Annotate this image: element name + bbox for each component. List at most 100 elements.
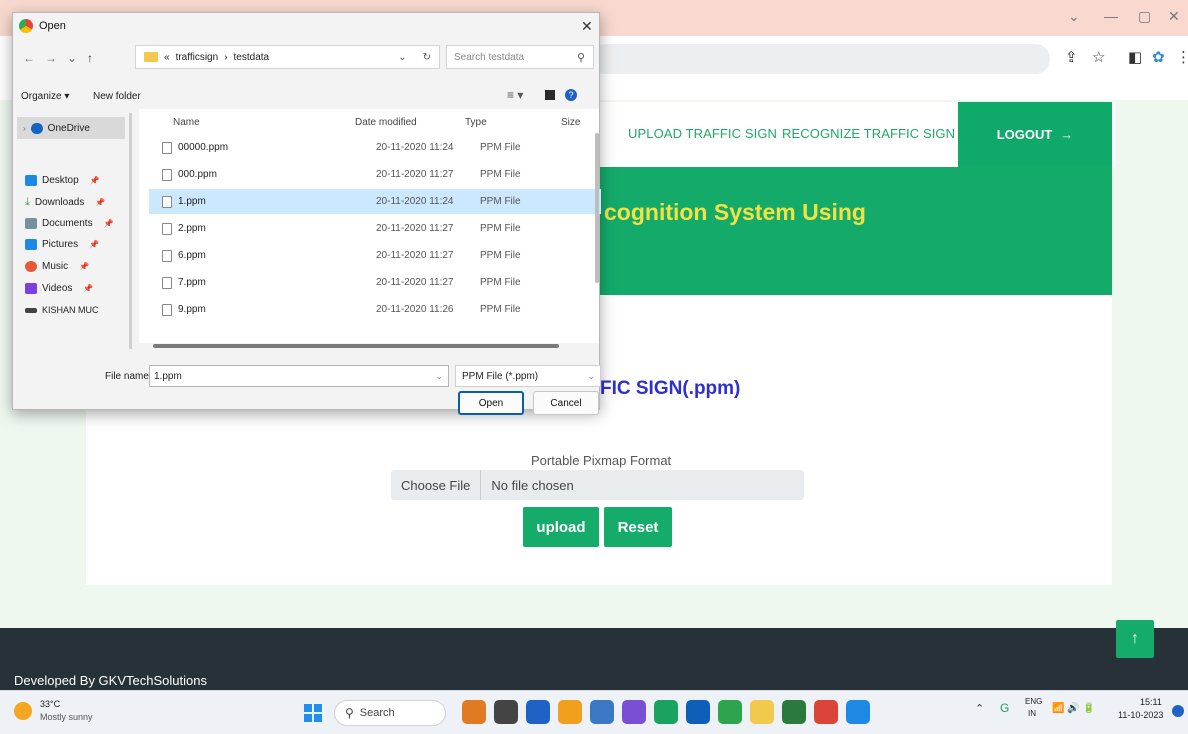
column-size[interactable]: Size [561, 117, 580, 128]
pin-icon: 📌 [103, 219, 114, 228]
taskbar-app-icon[interactable] [622, 700, 646, 724]
scroll-to-top-button[interactable]: ↑ [1116, 620, 1154, 658]
taskbar-app-icon[interactable] [846, 700, 870, 724]
file-row[interactable]: 00000.ppm 20-11-2020 11:24 PPM File [149, 135, 601, 160]
cancel-button[interactable]: Cancel [533, 391, 599, 415]
sidebar-item-onedrive[interactable]: › OneDrive [17, 117, 125, 139]
sidebar-item-videos[interactable]: Videos 📌 [25, 283, 93, 294]
close-window-icon[interactable]: ✕ [1168, 8, 1180, 25]
taskbar-app-icon[interactable] [654, 700, 678, 724]
file-type: PPM File [480, 196, 521, 207]
taskbar-app-icon[interactable] [462, 700, 486, 724]
taskbar-app-icon[interactable] [686, 700, 710, 724]
taskbar-app-icon[interactable] [718, 700, 742, 724]
file-row[interactable]: 9.ppm 20-11-2020 11:26 PPM File [149, 297, 601, 322]
taskbar-app-icon[interactable] [814, 700, 838, 724]
taskbar-app-icon[interactable] [590, 700, 614, 724]
file-row[interactable]: 2.ppm 20-11-2020 11:27 PPM File [149, 216, 601, 241]
logout-button[interactable]: LOGOUT → [958, 102, 1112, 167]
dialog-search-input[interactable]: Search testdata ⚲ [446, 45, 594, 69]
language-region[interactable]: IN [1028, 709, 1036, 718]
organize-menu[interactable]: Organize ▾ [21, 91, 69, 102]
sidebar-scrollbar[interactable] [129, 113, 132, 349]
choose-file-button[interactable]: Choose File [391, 470, 482, 500]
start-windows-icon[interactable] [304, 704, 322, 722]
path-dropdown-icon[interactable]: ⌄ [398, 52, 406, 63]
file-input[interactable]: Choose File No file chosen [391, 470, 804, 500]
dialog-title: Open [39, 20, 66, 32]
path-segment-trafficsign[interactable]: trafficsign [176, 52, 219, 63]
taskbar-app-icon[interactable] [782, 700, 806, 724]
upload-button[interactable]: upload [523, 507, 599, 547]
file-row[interactable]: 6.ppm 20-11-2020 11:27 PPM File [149, 243, 601, 268]
refresh-icon[interactable]: ↻ [423, 52, 431, 63]
taskbar-app-icon[interactable] [750, 700, 774, 724]
network-volume-battery-icons[interactable]: 📶 🔊 🔋 [1052, 703, 1095, 714]
dialog-close-icon[interactable]: ✕ [581, 18, 593, 35]
sidepanel-icon[interactable]: ◧ [1128, 48, 1142, 66]
bookmark-star-icon[interactable]: ☆ [1092, 48, 1105, 66]
expand-chevron-icon[interactable]: › [23, 124, 26, 133]
tab-search-icon[interactable]: ⌄ [1068, 8, 1080, 25]
extension-icon[interactable]: ✿ [1152, 48, 1165, 66]
reset-button[interactable]: Reset [604, 507, 672, 547]
column-type[interactable]: Type [465, 117, 487, 128]
maximize-icon[interactable]: ▢ [1138, 8, 1151, 25]
view-options-icon[interactable]: ≡ ▾ [507, 88, 523, 102]
new-folder-button[interactable]: New folder [93, 91, 141, 102]
column-date-modified[interactable]: Date modified [355, 117, 417, 128]
notification-icon[interactable] [1172, 705, 1184, 717]
weather-description[interactable]: Mostly sunny [40, 712, 93, 722]
tray-app-icon[interactable]: G [1000, 701, 1009, 715]
file-name: 000.ppm [178, 169, 217, 180]
language-indicator[interactable]: ENG [1025, 697, 1042, 706]
share-icon[interactable]: ⇪ [1065, 48, 1078, 66]
file-status: No file chosen [491, 477, 574, 493]
path-breadcrumb[interactable]: « trafficsign › testdata ⌄ ↻ [135, 45, 440, 69]
sidebar-item-desktop[interactable]: Desktop 📌 [25, 175, 100, 186]
sidebar-item-music[interactable]: Music 📌 [25, 261, 89, 272]
file-type: PPM File [480, 142, 521, 153]
address-bar[interactable] [590, 44, 1050, 74]
file-row[interactable]: 7.ppm 20-11-2020 11:27 PPM File [149, 270, 601, 295]
file-type-select[interactable]: PPM File (*.ppm) ⌄ [455, 365, 601, 387]
drive-icon [25, 307, 37, 313]
clock-date[interactable]: 11-10-2023 [1118, 710, 1163, 720]
file-row-selected[interactable]: 1.ppm 20-11-2020 11:24 PPM File [149, 189, 601, 214]
taskbar-app-icon[interactable] [494, 700, 518, 724]
chevron-down-icon[interactable]: ⌄ [587, 371, 595, 382]
taskbar-app-icon[interactable] [526, 700, 550, 724]
sidebar-item-downloads[interactable]: ⤓ Downloads 📌 [25, 196, 105, 209]
tray-overflow-icon[interactable]: ⌃ [975, 702, 984, 715]
clock-time[interactable]: 15:11 [1140, 697, 1162, 707]
file-name-input[interactable]: 1.ppm ⌄ [149, 365, 449, 387]
preview-pane-icon[interactable] [545, 90, 555, 100]
forward-arrow-icon[interactable]: → [45, 51, 57, 65]
back-arrow-icon[interactable]: ← [23, 51, 35, 65]
path-overflow[interactable]: « [164, 52, 170, 63]
file-list-vertical-scrollbar[interactable] [595, 133, 599, 283]
file-name-label: File name: [105, 371, 152, 382]
sidebar-item-pictures[interactable]: Pictures 📌 [25, 239, 99, 250]
path-segment-testdata[interactable]: testdata [234, 52, 270, 63]
weather-sun-icon[interactable] [14, 702, 32, 720]
chevron-down-icon[interactable]: ⌄ [435, 371, 443, 382]
column-name[interactable]: Name [173, 117, 200, 128]
format-label: Portable Pixmap Format [531, 453, 672, 468]
menu-dots-icon[interactable]: ⋮ [1176, 48, 1188, 66]
file-row[interactable]: 000.ppm 20-11-2020 11:27 PPM File [149, 162, 601, 187]
help-icon[interactable]: ? [565, 89, 577, 101]
file-icon [162, 276, 172, 289]
taskbar-app-icon[interactable] [558, 700, 582, 724]
nav-upload-traffic-sign[interactable]: UPLOAD TRAFFIC SIGN [628, 126, 777, 141]
sidebar-item-drive[interactable]: KISHAN MUC [25, 305, 99, 315]
sidebar-item-documents[interactable]: Documents 📌 [25, 218, 114, 229]
nav-recognize-traffic-sign[interactable]: RECOGNIZE TRAFFIC SIGN [782, 126, 955, 141]
minimize-icon[interactable]: — [1104, 8, 1118, 24]
weather-temperature[interactable]: 33°C [40, 699, 60, 709]
open-button[interactable]: Open [458, 391, 524, 415]
taskbar-search[interactable]: ⚲ Search [334, 700, 446, 726]
file-list-horizontal-scrollbar[interactable] [153, 344, 559, 348]
up-arrow-icon[interactable]: ↑ [87, 51, 93, 65]
recent-chevron-icon[interactable]: ⌄ [67, 51, 77, 65]
